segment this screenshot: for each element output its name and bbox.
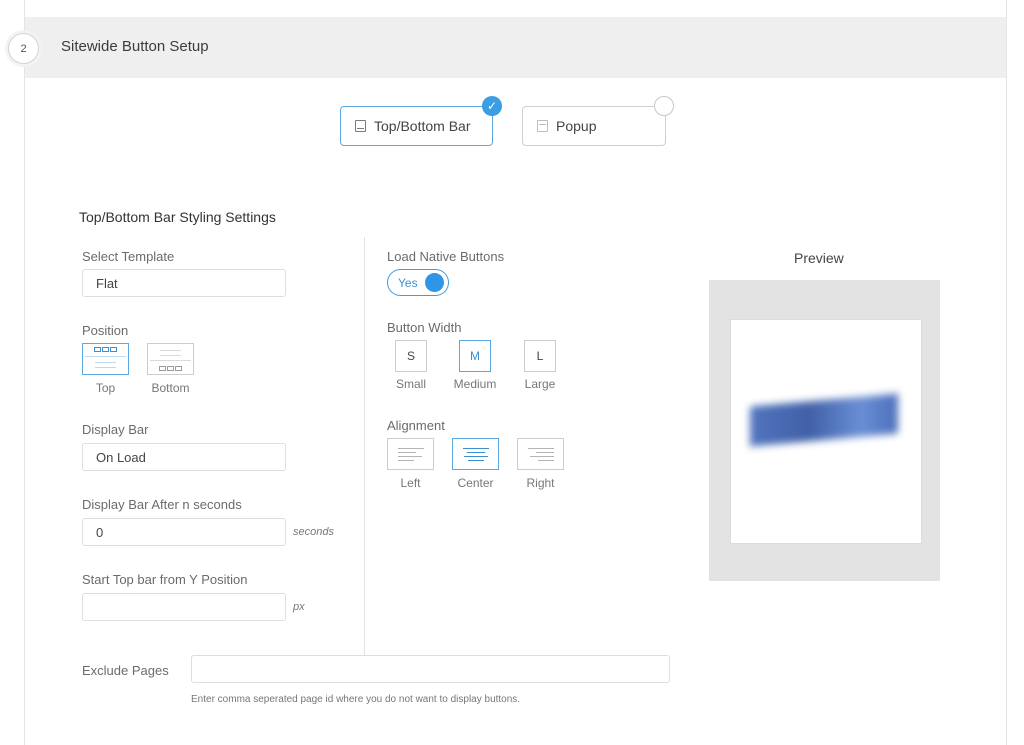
position-bottom-option[interactable] — [147, 343, 194, 375]
align-left-caption: Left — [400, 476, 421, 490]
toggle-label: Yes — [398, 276, 418, 290]
width-large-letter: L — [536, 349, 544, 363]
styling-settings-title: Top/Bottom Bar Styling Settings — [79, 209, 276, 225]
unselected-radio-icon[interactable] — [654, 96, 674, 116]
section-title: Sitewide Button Setup — [61, 38, 209, 55]
px-unit: px — [293, 601, 305, 613]
bar-layout-icon — [355, 120, 366, 132]
start-y-input[interactable] — [82, 593, 286, 621]
button-width-label: Button Width — [387, 320, 462, 335]
native-buttons-toggle[interactable]: Yes — [387, 269, 449, 296]
display-bar-select[interactable]: On Load — [82, 443, 286, 471]
template-select[interactable]: Flat — [82, 269, 286, 297]
alignment-label: Alignment — [387, 418, 445, 433]
preview-frame — [709, 280, 940, 581]
preview-canvas — [730, 319, 922, 544]
toggle-knob — [425, 273, 444, 292]
display-bar-label: Display Bar — [82, 422, 149, 437]
align-center-caption: Center — [457, 476, 494, 490]
sitewide-button-setup-panel: Sitewide Button Setup Top/Bottom Bar ✓ P… — [24, 0, 1007, 745]
native-buttons-label: Load Native Buttons — [387, 249, 505, 264]
popup-layout-icon — [537, 120, 548, 132]
width-small-caption: Small — [395, 377, 426, 391]
width-large-option[interactable]: L — [524, 340, 556, 372]
display-type-label: Popup — [556, 118, 597, 134]
width-medium-option[interactable]: M — [459, 340, 491, 372]
position-bottom-caption: Bottom — [151, 381, 190, 395]
display-type-popup[interactable]: Popup — [522, 106, 666, 146]
display-type-label: Top/Bottom Bar — [374, 118, 471, 134]
align-right-caption: Right — [526, 476, 555, 490]
align-right-option[interactable] — [517, 438, 564, 470]
template-value: Flat — [96, 275, 118, 291]
width-medium-caption: Medium — [453, 377, 497, 391]
exclude-pages-label: Exclude Pages — [82, 663, 169, 678]
exclude-pages-hint: Enter comma seperated page id where you … — [191, 694, 521, 705]
display-bar-value: On Load — [96, 449, 146, 465]
preview-button-bar — [750, 393, 898, 447]
display-type-top-bottom-bar[interactable]: Top/Bottom Bar — [340, 106, 493, 146]
step-number-badge: 2 — [8, 33, 39, 64]
width-medium-letter: M — [470, 349, 480, 363]
start-y-label: Start Top bar from Y Position — [82, 572, 248, 587]
preview-title: Preview — [794, 250, 844, 266]
position-label: Position — [82, 323, 129, 338]
align-center-option[interactable] — [452, 438, 499, 470]
position-top-caption: Top — [95, 381, 116, 395]
column-divider — [364, 237, 365, 657]
seconds-unit: seconds — [293, 526, 334, 538]
width-large-caption: Large — [524, 377, 556, 391]
delay-seconds-input[interactable]: 0 — [82, 518, 286, 546]
width-small-letter: S — [406, 349, 415, 363]
delay-label: Display Bar After n seconds — [82, 497, 242, 512]
check-icon: ✓ — [482, 96, 502, 116]
delay-value: 0 — [96, 524, 104, 540]
exclude-pages-input[interactable] — [191, 655, 670, 683]
section-header[interactable]: Sitewide Button Setup — [25, 17, 1006, 78]
align-left-option[interactable] — [387, 438, 434, 470]
width-small-option[interactable]: S — [395, 340, 427, 372]
position-top-option[interactable] — [82, 343, 129, 375]
template-label: Select Template — [82, 249, 175, 264]
